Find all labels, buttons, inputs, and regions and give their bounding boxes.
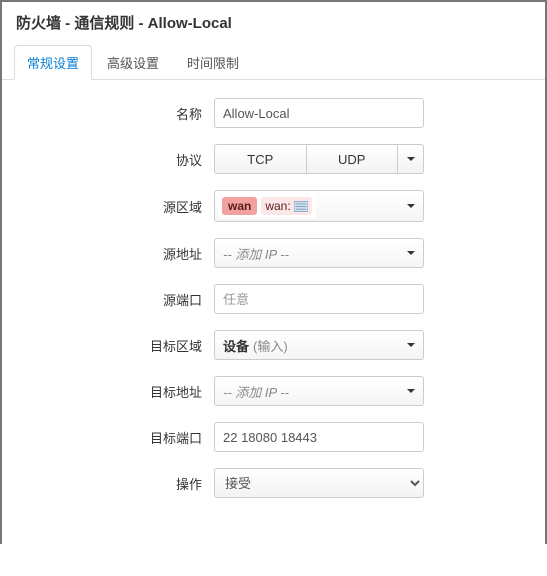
dst-zone-select[interactable]: 设备 (输入)	[214, 330, 424, 360]
zone-badge-wan: wan	[222, 197, 257, 215]
caret-down-icon	[407, 251, 415, 255]
network-icon	[294, 201, 308, 212]
src-zone-chip: wan wan:	[218, 194, 316, 218]
label-protocol: 协议	[16, 150, 214, 169]
dst-addr-placeholder: -- 添加 IP --	[223, 382, 289, 401]
zone-badge-wan-detail: wan:	[261, 197, 311, 215]
name-input[interactable]	[214, 98, 424, 128]
label-dst-addr: 目标地址	[16, 382, 214, 401]
label-dst-port: 目标端口	[16, 428, 214, 447]
page-title: 防火墙 - 通信规则 - Allow-Local	[2, 2, 545, 45]
src-zone-select[interactable]: wan wan:	[214, 190, 424, 222]
caret-down-icon	[407, 157, 415, 161]
tab-advanced[interactable]: 高级设置	[94, 45, 172, 80]
protocol-udp-button[interactable]: UDP	[307, 144, 399, 174]
dst-addr-select[interactable]: -- 添加 IP --	[214, 376, 424, 406]
dst-zone-device-text: 设备	[223, 336, 249, 355]
src-port-input[interactable]	[214, 284, 424, 314]
protocol-dropdown-button[interactable]	[398, 144, 424, 174]
dst-port-input[interactable]	[214, 422, 424, 452]
protocol-tcp-button[interactable]: TCP	[214, 144, 307, 174]
src-addr-select[interactable]: -- 添加 IP --	[214, 238, 424, 268]
label-src-zone: 源区域	[16, 197, 214, 216]
zone-badge-wan-text: wan:	[265, 199, 290, 213]
tab-time[interactable]: 时间限制	[174, 45, 252, 80]
caret-down-icon	[407, 204, 415, 208]
action-select[interactable]: 接受	[214, 468, 424, 498]
label-src-addr: 源地址	[16, 244, 214, 263]
protocol-group: TCP UDP	[214, 144, 424, 174]
label-action: 操作	[16, 474, 214, 493]
caret-down-icon	[407, 389, 415, 393]
tab-general[interactable]: 常规设置	[14, 45, 92, 80]
label-dst-zone: 目标区域	[16, 336, 214, 355]
form: 名称 协议 TCP UDP 源区域 wan wan:	[2, 98, 545, 544]
label-src-port: 源端口	[16, 290, 214, 309]
label-name: 名称	[16, 104, 214, 123]
caret-down-icon	[407, 343, 415, 347]
tabs: 常规设置 高级设置 时间限制	[2, 45, 545, 80]
src-addr-placeholder: -- 添加 IP --	[223, 244, 289, 263]
dst-zone-input-text: (输入)	[253, 336, 288, 355]
